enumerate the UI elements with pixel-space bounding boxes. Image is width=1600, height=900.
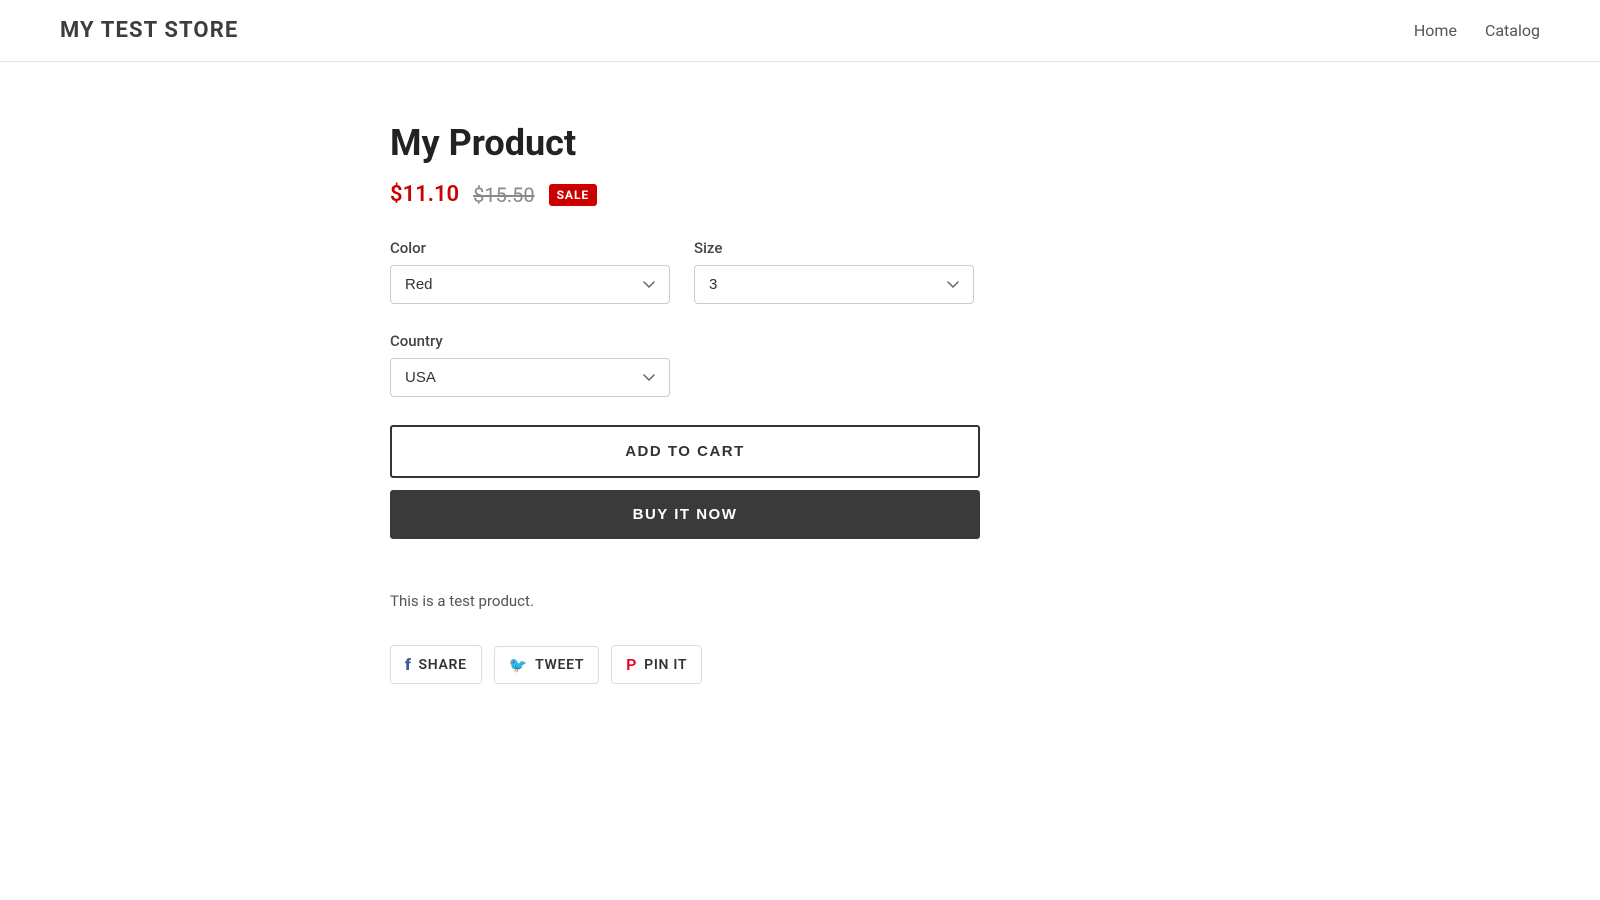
color-label: Color [390, 239, 670, 257]
country-option-group: Country USA Canada UK Australia [390, 332, 1210, 397]
share-row: f SHARE 🐦 TWEET P PIN IT [390, 645, 1210, 684]
facebook-share-button[interactable]: f SHARE [390, 645, 482, 684]
nav-home[interactable]: Home [1414, 21, 1457, 40]
country-select[interactable]: USA Canada UK Australia [390, 358, 670, 397]
price-sale: $11.10 [390, 182, 459, 207]
options-grid: Color Red Blue Green Size 1 2 3 4 5 [390, 239, 1210, 304]
product-description: This is a test product. [390, 589, 1210, 613]
add-to-cart-button[interactable]: ADD TO CART [390, 425, 980, 478]
twitter-icon: 🐦 [509, 656, 528, 674]
color-option-group: Color Red Blue Green [390, 239, 670, 304]
country-label: Country [390, 332, 1210, 350]
size-label: Size [694, 239, 974, 257]
nav-catalog[interactable]: Catalog [1485, 21, 1540, 40]
main-nav: Home Catalog [1414, 21, 1540, 40]
price-row: $11.10 $15.50 SALE [390, 182, 1210, 207]
size-option-group: Size 1 2 3 4 5 [694, 239, 974, 304]
pinterest-share-label: PIN IT [644, 657, 687, 673]
price-original: $15.50 [473, 183, 534, 207]
pinterest-icon: P [626, 655, 637, 674]
store-name: MY TEST STORE [60, 18, 238, 43]
size-select[interactable]: 1 2 3 4 5 [694, 265, 974, 304]
product-title: My Product [390, 122, 1210, 164]
facebook-share-label: SHARE [419, 657, 467, 673]
sale-badge: SALE [549, 184, 598, 206]
twitter-share-button[interactable]: 🐦 TWEET [494, 646, 599, 684]
facebook-icon: f [405, 655, 412, 674]
pinterest-share-button[interactable]: P PIN IT [611, 645, 702, 684]
color-select[interactable]: Red Blue Green [390, 265, 670, 304]
buy-it-now-button[interactable]: BUY IT NOW [390, 490, 980, 539]
buttons-section: ADD TO CART BUY IT NOW [390, 425, 980, 539]
twitter-share-label: TWEET [535, 657, 584, 673]
